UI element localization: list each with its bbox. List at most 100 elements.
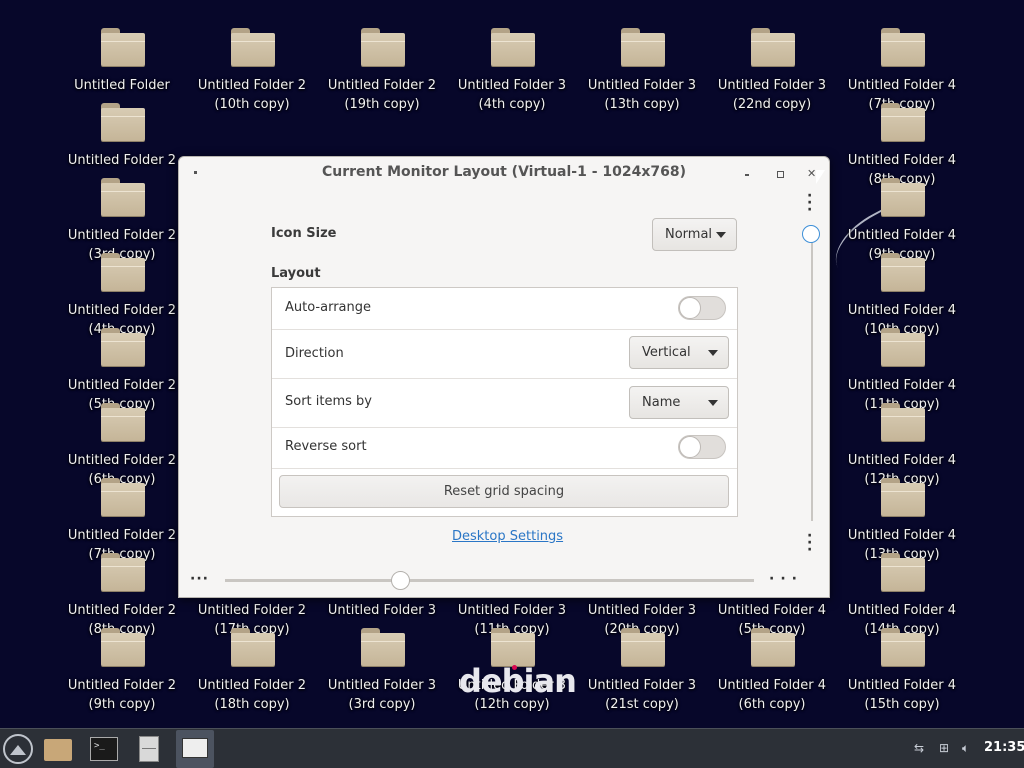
auto-arrange-toggle[interactable] [678,296,726,320]
folder-icon [101,553,145,591]
folder-label: Untitled Folder 3 (13th copy) [587,78,697,112]
desktop-folder-icon[interactable]: Untitled Folder 4 (8th copy) [837,103,967,187]
desktop-folder-icon[interactable]: Untitled Folder 3 (21st copy) [577,628,707,712]
folder-icon [881,253,925,291]
desktop-folder-icon[interactable]: Untitled Folder 3 (22nd copy) [707,28,837,112]
direction-label: Direction [285,346,344,361]
desktop-folder-icon[interactable]: Untitled Folder 2 (8th copy) [57,553,187,637]
chevron-down-icon [708,400,718,406]
folder-icon [621,628,665,666]
terminal-icon[interactable]: >_ [88,733,120,765]
network-icon[interactable]: ⊞ [939,741,949,755]
toggle-knob [679,297,701,319]
icon-size-label: Icon Size [271,226,337,241]
file-cabinet-icon[interactable] [133,733,165,765]
maximize-icon[interactable] [777,171,784,178]
vertical-slider-top-dots: · · · [807,188,814,218]
desktop-folder-icon[interactable]: Untitled Folder 2 (9th copy) [57,628,187,712]
start-menu-icon[interactable] [3,734,33,764]
folder-icon [101,628,145,666]
desktop-folder-icon[interactable]: Untitled Folder 3 (13th copy) [577,28,707,112]
auto-arrange-row: Auto-arrange [272,288,737,330]
folder-label: Untitled Folder 3 (22nd copy) [717,78,827,112]
vertical-slider-track[interactable] [811,234,813,521]
desktop-folder-icon[interactable]: Untitled Folder 2 [57,103,187,178]
desktop-folder-icon[interactable]: Untitled Folder 3 (4th copy) [447,28,577,112]
minimize-icon[interactable] [745,174,749,176]
folder-label: Untitled Folder 2 (18th copy) [197,678,307,712]
folder-icon [101,103,145,141]
desktop-folder-icon[interactable]: Untitled Folder 2 (19th copy) [317,28,447,112]
desktop-settings-link[interactable]: Desktop Settings [452,529,563,544]
chevron-down-icon [708,350,718,356]
folder-icon [881,403,925,441]
desktop-folder-icon[interactable]: Untitled Folder 4 (10th copy) [837,253,967,337]
dialog-titlebar[interactable]: Current Monitor Layout (Virtual-1 - 1024… [179,157,829,187]
desktop-folder-icon[interactable]: Untitled Folder 4 (11th copy) [837,328,967,412]
desktop-folder-icon[interactable]: Untitled Folder [57,28,187,103]
desktop-folder-icon[interactable]: Untitled Folder 4 (13th copy) [837,478,967,562]
desktop-folder-icon[interactable]: Untitled Folder 4 (7th copy) [837,28,967,112]
desktop-folder-icon[interactable]: Untitled Folder 4 (6th copy) [707,628,837,712]
desktop-folder-icon[interactable]: Untitled Folder 2 (7th copy) [57,478,187,562]
direction-value: Vertical [642,345,691,360]
icon-size-value: Normal [665,227,713,242]
horizontal-slider-handle[interactable] [391,571,410,590]
folder-icon [101,403,145,441]
desktop-folder-icon[interactable]: Untitled Folder 2 (10th copy) [187,28,317,112]
workspace-icon[interactable]: ⇆ [914,741,924,755]
icon-size-dropdown[interactable]: Normal [652,218,737,251]
sort-dropdown[interactable]: Name [629,386,729,419]
desktop-folder-icon[interactable]: Untitled Folder 2 (18th copy) [187,628,317,712]
desktop-folder-icon[interactable]: Untitled Folder 3 (3rd copy) [317,628,447,712]
desktop-folder-icon[interactable]: Untitled Folder 4 (14th copy) [837,553,967,637]
sort-row: Sort items by Name [272,378,737,428]
reset-grid-spacing-button[interactable]: Reset grid spacing [279,475,729,508]
folder-label: Untitled Folder 3 [327,603,437,618]
folder-label: Untitled Folder 2 (10th copy) [197,78,307,112]
debian-wordmark: debian [459,662,577,700]
folder-icon [881,478,925,516]
folder-icon [881,28,925,66]
folder-label: Untitled Folder 4 (6th copy) [717,678,827,712]
clock[interactable]: 21:35 [984,740,1024,755]
folder-icon [881,328,925,366]
horizontal-slider-left-dots: ··· [190,571,209,587]
volume-icon[interactable]: 🔈︎ [962,741,969,756]
close-icon[interactable]: ✕ [807,167,816,180]
folder-icon [751,628,795,666]
horizontal-slider-right-dots: ··· [769,571,803,587]
reverse-sort-toggle[interactable] [678,435,726,459]
folder-icon [101,178,145,216]
folder-icon [101,478,145,516]
reverse-sort-row: Reverse sort [272,427,737,469]
folder-label: Untitled Folder [74,78,170,93]
desktop-folder-icon[interactable]: Untitled Folder 2 (4th copy) [57,253,187,337]
folder-icon [881,178,925,216]
desktop-folder-icon[interactable]: Untitled Folder 2 (5th copy) [57,328,187,412]
desktop-folder-icon[interactable]: Untitled Folder 4 (9th copy) [837,178,967,262]
layout-options-list: Auto-arrange Direction Vertical Sort ite… [271,287,738,517]
toggle-knob [679,436,701,458]
direction-dropdown[interactable]: Vertical [629,336,729,369]
display-settings-icon[interactable] [176,730,214,768]
chevron-down-icon [716,232,726,238]
desktop-folder-icon[interactable]: Untitled Folder 4 (12th copy) [837,403,967,487]
vertical-slider-handle[interactable] [802,225,820,243]
horizontal-slider-track[interactable] [225,579,754,582]
folder-icon [231,28,275,66]
desktop-folder-icon[interactable]: Untitled Folder 4 (15th copy) [837,628,967,712]
sort-label: Sort items by [285,394,373,409]
folder-icon [881,628,925,666]
folder-icon [101,253,145,291]
folder-icon [101,28,145,66]
folder-icon [881,553,925,591]
folder-label: Untitled Folder 3 (21st copy) [587,678,697,712]
vertical-slider-bottom-dots: · · · [807,528,814,558]
file-manager-icon[interactable] [42,733,74,765]
desktop-folder-icon[interactable]: Untitled Folder 2 (6th copy) [57,403,187,487]
folder-label: Untitled Folder 2 [67,153,177,168]
desktop-layout-dialog: Current Monitor Layout (Virtual-1 - 1024… [178,156,830,598]
folder-icon [361,28,405,66]
desktop-folder-icon[interactable]: Untitled Folder 2 (3rd copy) [57,178,187,262]
